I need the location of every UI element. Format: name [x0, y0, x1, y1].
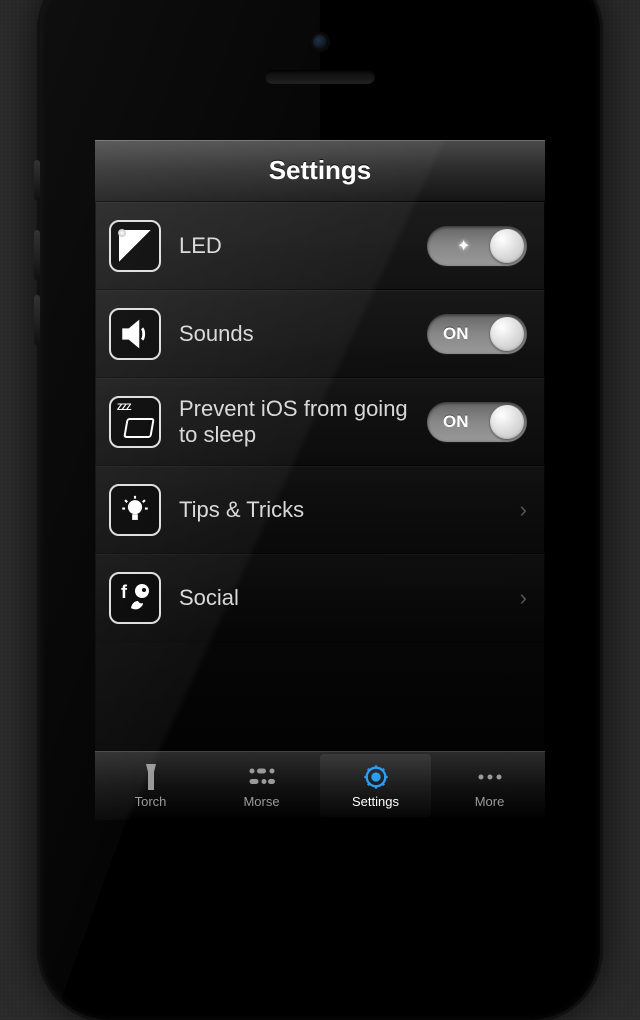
toggle-knob — [490, 317, 524, 351]
toggle-on-label: ON — [443, 412, 469, 432]
tab-more[interactable]: More — [434, 751, 545, 820]
row-sleep-label: Prevent iOS from going to sleep — [179, 396, 427, 447]
toggle-knob — [490, 405, 524, 439]
row-social[interactable]: f Social › — [95, 554, 545, 642]
led-toggle[interactable]: ✦ — [427, 226, 527, 266]
toggle-knob — [490, 229, 524, 263]
tab-morse-label: Morse — [243, 794, 279, 809]
row-sounds-label: Sounds — [179, 321, 427, 346]
header-bar: Settings — [95, 140, 545, 202]
tab-morse[interactable]: Morse — [206, 751, 317, 820]
sleep-toggle[interactable]: ON — [427, 402, 527, 442]
gear-icon — [361, 762, 391, 792]
row-sounds: Sounds ON — [95, 290, 545, 378]
volume-up-button — [34, 230, 40, 280]
sparkle-icon: ✦ — [457, 236, 470, 256]
toggle-on-label: ON — [443, 324, 469, 344]
volume-down-button — [34, 295, 40, 345]
row-tips-label: Tips & Tricks — [179, 497, 520, 522]
led-icon — [109, 220, 161, 272]
social-icon: f — [109, 572, 161, 624]
row-prevent-sleep: Prevent iOS from going to sleep ON — [95, 378, 545, 466]
chevron-right-icon: › — [520, 497, 527, 523]
speaker-icon — [109, 308, 161, 360]
tab-bar: Torch Morse Settings More — [95, 750, 545, 820]
row-led: LED ✦ — [95, 202, 545, 290]
chevron-right-icon: › — [520, 585, 527, 611]
torch-icon — [136, 762, 166, 792]
sleep-icon — [109, 396, 161, 448]
more-icon — [475, 762, 505, 792]
sounds-toggle[interactable]: ON — [427, 314, 527, 354]
side-button — [34, 160, 40, 200]
earpiece — [265, 70, 375, 84]
screen: Settings LED ✦ Sounds ON — [95, 140, 545, 820]
morse-icon — [247, 762, 277, 792]
phone-frame: Settings LED ✦ Sounds ON — [40, 0, 600, 1020]
row-social-label: Social — [179, 585, 520, 610]
row-led-label: LED — [179, 233, 427, 258]
front-camera — [312, 34, 328, 50]
tab-settings-label: Settings — [352, 794, 399, 809]
row-tips[interactable]: Tips & Tricks › — [95, 466, 545, 554]
settings-list: LED ✦ Sounds ON Prevent iOS from going — [95, 202, 545, 642]
tab-more-label: More — [475, 794, 505, 809]
page-title: Settings — [269, 155, 372, 186]
svg-text:f: f — [121, 582, 128, 602]
tab-torch-label: Torch — [135, 794, 167, 809]
lightbulb-icon — [109, 484, 161, 536]
tab-torch[interactable]: Torch — [95, 751, 206, 820]
tab-settings[interactable]: Settings — [320, 754, 431, 817]
